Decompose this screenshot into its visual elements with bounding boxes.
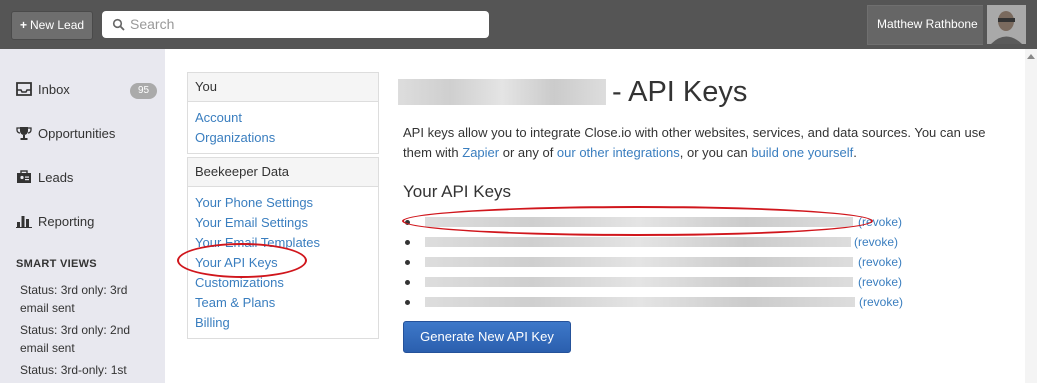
sidebar-item-leads[interactable]: Leads — [16, 170, 73, 185]
redacted-api-key — [425, 297, 855, 307]
search-placeholder: Search — [130, 16, 175, 32]
sidebar-item-label: Inbox — [38, 82, 70, 97]
sidebar-item-label: Opportunities — [38, 126, 116, 141]
other-integrations-link[interactable]: our other integrations — [557, 145, 680, 160]
inbox-icon — [16, 82, 32, 96]
smart-views-heading: SMART VIEWS — [16, 258, 97, 270]
annotation-ellipse — [402, 206, 873, 236]
revoke-link[interactable]: (revoke) — [854, 232, 898, 252]
redacted-api-key — [425, 257, 853, 267]
new-lead-label: New Lead — [30, 18, 85, 32]
scroll-up-icon[interactable] — [1027, 54, 1035, 59]
build-one-yourself-link[interactable]: build one yourself — [751, 145, 853, 160]
bullet — [405, 280, 410, 285]
smart-view-item[interactable]: Status: 3rd only: 3rd email sent — [20, 281, 150, 317]
leads-icon — [17, 170, 31, 183]
trophy-icon — [16, 127, 32, 140]
redacted-org-name — [398, 79, 606, 105]
annotation-ellipse — [177, 243, 307, 278]
revoke-link[interactable]: (revoke) — [858, 252, 902, 272]
bullet — [405, 300, 410, 305]
user-menu[interactable]: Matthew Rathbone — [867, 0, 1037, 49]
page-title-suffix: - API Keys — [612, 76, 748, 108]
organizations-link[interactable]: Organizations — [195, 128, 378, 148]
search-icon — [112, 18, 125, 31]
sidebar-item-reporting[interactable]: Reporting — [16, 214, 94, 229]
panel-title: You — [188, 73, 378, 102]
desc-text: , or you can — [679, 145, 752, 160]
api-keys-description: API keys allow you to integrate Close.io… — [403, 123, 1003, 163]
user-name: Matthew Rathbone — [877, 17, 978, 31]
phone-settings-link[interactable]: Your Phone Settings — [195, 193, 378, 213]
smart-view-item[interactable]: Status: 3rd only: 2nd email sent — [20, 321, 150, 357]
api-key-item: (revoke) — [403, 272, 913, 292]
plus-icon: + — [20, 18, 28, 32]
new-lead-button[interactable]: + New Lead — [11, 11, 94, 40]
avatar-image — [987, 5, 1026, 44]
account-link[interactable]: Account — [195, 108, 378, 128]
revoke-link[interactable]: (revoke) — [859, 292, 903, 312]
smart-view-item[interactable]: Status: 3rd-only: 1st — [20, 361, 150, 379]
bar-chart-icon — [16, 216, 32, 228]
avatar[interactable] — [987, 5, 1026, 44]
api-key-item: (revoke) — [403, 292, 913, 312]
page-title: - API Keys — [398, 76, 747, 109]
search-input[interactable]: Search — [102, 11, 489, 38]
scrollbar[interactable] — [1025, 49, 1037, 383]
desc-text: . — [853, 145, 857, 160]
sidebar-item-inbox[interactable]: Inbox — [16, 82, 70, 97]
redacted-api-key — [425, 237, 851, 247]
api-keys-subheading: Your API Keys — [403, 182, 512, 201]
user-box[interactable]: Matthew Rathbone — [867, 5, 983, 45]
sidebar-item-opportunities[interactable]: Opportunities — [16, 126, 115, 141]
redacted-api-key — [425, 277, 853, 287]
revoke-link[interactable]: (revoke) — [858, 272, 902, 292]
api-key-item: (revoke) — [403, 252, 913, 272]
top-bar: + New Lead Search Matthew Rathbone — [0, 0, 1037, 49]
bullet — [405, 240, 410, 245]
email-settings-link[interactable]: Your Email Settings — [195, 213, 378, 233]
sidebar-item-label: Reporting — [38, 214, 95, 229]
zapier-link[interactable]: Zapier — [462, 145, 499, 160]
bullet — [405, 260, 410, 265]
sidebar-item-label: Leads — [38, 170, 74, 185]
inbox-count-badge: 95 — [130, 83, 157, 99]
you-settings-panel: You Account Organizations — [187, 72, 379, 154]
generate-api-key-button[interactable]: Generate New API Key — [403, 321, 571, 353]
desc-text: or any of — [499, 145, 557, 160]
billing-link[interactable]: Billing — [195, 313, 378, 333]
panel-title: Beekeeper Data — [188, 158, 378, 187]
team-plans-link[interactable]: Team & Plans — [195, 293, 378, 313]
